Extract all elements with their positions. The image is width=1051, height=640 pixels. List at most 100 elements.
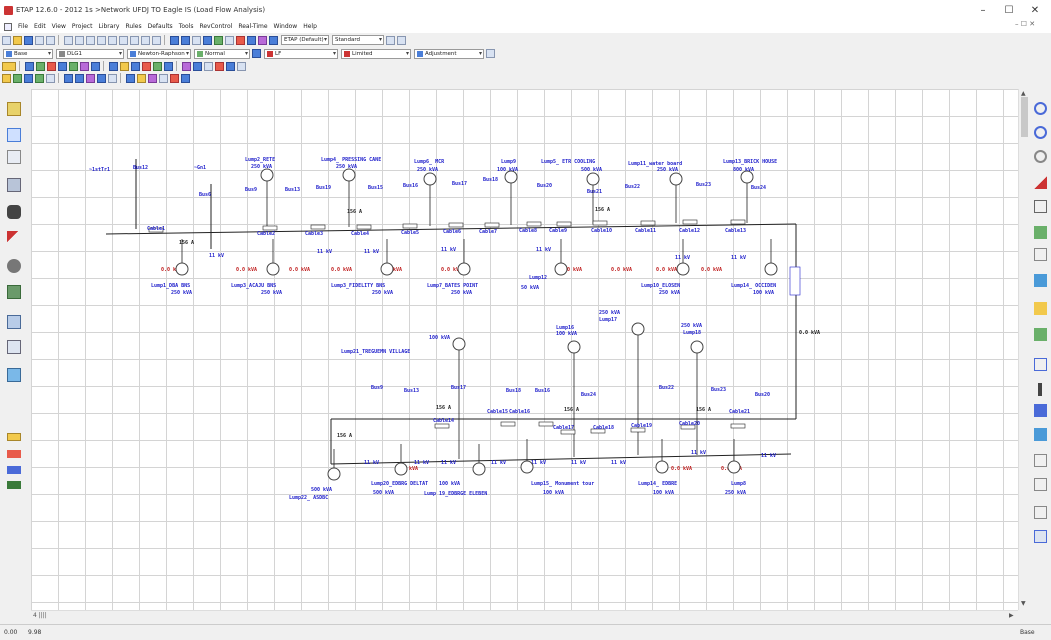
one-line-icon[interactable] — [7, 150, 21, 164]
lumped-load-icon[interactable] — [159, 73, 168, 83]
scroll-right-arrow[interactable]: ▶ — [1009, 612, 1014, 619]
fuse-icon[interactable] — [86, 73, 95, 83]
short-circuit-icon[interactable] — [36, 61, 45, 71]
mode-dropdown[interactable]: Standard — [332, 35, 384, 45]
reliability-icon[interactable] — [109, 61, 118, 71]
load-flow-icon[interactable] — [25, 61, 34, 71]
mdi-controls[interactable]: – ☐ ✕ — [1015, 20, 1035, 28]
lump-load[interactable]: Lump20_EDBRG DELTAT 500 kVA — [371, 444, 428, 496]
menu-window[interactable]: Window — [271, 23, 301, 30]
hyperlink-icon[interactable] — [225, 35, 234, 45]
open-icon[interactable] — [13, 35, 22, 45]
control-icon[interactable] — [7, 368, 21, 382]
scroll-down-arrow[interactable]: ▼ — [1021, 600, 1026, 607]
display-d-icon[interactable] — [7, 481, 21, 489]
cable[interactable] — [484, 222, 500, 228]
library-icon[interactable] — [258, 35, 267, 45]
control-system-icon[interactable] — [237, 61, 246, 71]
line-icon[interactable] — [35, 73, 44, 83]
gen-cat-icon[interactable] — [252, 49, 261, 58]
cable[interactable] — [262, 225, 278, 231]
menu-view[interactable]: View — [49, 23, 69, 30]
cable-pulling-icon[interactable] — [215, 61, 224, 71]
lump-load[interactable]: Lump6_ MCR 250 kVA — [414, 159, 445, 226]
zoom-fit-icon[interactable] — [130, 35, 139, 45]
star-view-icon[interactable] — [182, 61, 191, 71]
config-dropdown[interactable]: LF — [264, 48, 338, 59]
menu-edit[interactable]: Edit — [31, 23, 49, 30]
menu-rules[interactable]: Rules — [122, 23, 144, 30]
scroll-up-arrow[interactable]: ▲ — [1021, 90, 1026, 97]
relay-tool-icon[interactable] — [1034, 454, 1047, 467]
lump-load[interactable]: Lump16100 kVA — [556, 325, 581, 457]
one-line-diagram-canvas[interactable]: Lump2_RETE 250 kVA Lump4_ PRESSING CANE 25… — [31, 89, 1018, 610]
unbalanced-flow-icon[interactable] — [131, 61, 140, 71]
cable[interactable] — [448, 222, 464, 228]
cable-sizing-icon[interactable] — [153, 61, 162, 71]
cable[interactable] — [640, 220, 656, 226]
cable[interactable] — [592, 220, 608, 226]
menu-tools[interactable]: Tools — [176, 23, 197, 30]
optimal-power-icon[interactable] — [120, 61, 129, 71]
motor-icon[interactable] — [126, 73, 135, 83]
dc-load-flow-icon[interactable] — [91, 61, 100, 71]
protective-device-icon[interactable] — [80, 61, 89, 71]
motor-tool-icon[interactable] — [1034, 302, 1047, 315]
motor-start-icon[interactable] — [47, 61, 56, 71]
display-c-icon[interactable] — [7, 466, 21, 474]
ground-grid-tool-icon[interactable] — [7, 205, 21, 219]
composite-network-icon[interactable] — [1034, 530, 1047, 543]
lump-load[interactable]: Lump21_TREGUEMN VILLAGE 100 kVA — [341, 335, 466, 459]
cable[interactable] — [500, 421, 516, 427]
relay-icon[interactable] — [97, 73, 106, 83]
breaker-tool-icon[interactable] — [1034, 404, 1047, 417]
cable[interactable] — [310, 224, 326, 230]
panel-system-icon[interactable] — [7, 315, 21, 329]
loading-dropdown[interactable]: Normal — [194, 48, 250, 59]
lump-load[interactable]: Lump4_ PRESSING CANE250 kVA — [321, 157, 381, 227]
find-icon[interactable] — [236, 35, 245, 45]
adjust-dropdown[interactable]: Adjustment — [414, 48, 484, 59]
generator-tool-icon[interactable] — [1034, 328, 1047, 341]
cable[interactable] — [526, 221, 542, 227]
gis-icon[interactable] — [204, 61, 213, 71]
method-dropdown[interactable]: Newton-Raphson — [127, 48, 191, 59]
lump-load[interactable]: Lump13_BRICK HOUSE 800 kVA — [723, 159, 777, 223]
dynamic-model-icon[interactable] — [7, 285, 21, 299]
impedance-icon[interactable] — [1034, 248, 1047, 261]
lump-load[interactable]: 100 kVA Lump 19_EDBRGE ELEBEN — [424, 444, 487, 497]
new-icon[interactable] — [2, 35, 11, 45]
cable-pulling-tool-icon[interactable] — [7, 259, 21, 273]
redo-icon[interactable] — [152, 35, 161, 45]
cable[interactable] — [556, 221, 572, 227]
undo-icon[interactable] — [141, 35, 150, 45]
cable[interactable] — [538, 421, 554, 427]
flip-icon[interactable] — [397, 35, 406, 45]
meter-tool-icon[interactable] — [1034, 478, 1047, 491]
lump-load[interactable]: Lump14_ OCCIDEN100 kVA — [731, 239, 778, 296]
menu-realtime[interactable]: Real-Time — [235, 23, 270, 30]
zoom-out-icon[interactable] — [119, 35, 128, 45]
cable[interactable] — [730, 423, 746, 429]
transformer-3w-icon[interactable] — [1034, 176, 1047, 189]
display-a-icon[interactable] — [7, 433, 21, 441]
node-icon[interactable] — [1034, 126, 1047, 139]
menu-file[interactable]: File — [15, 23, 31, 30]
power-grid-icon[interactable] — [170, 73, 179, 83]
edit-pointer-icon[interactable] — [7, 102, 21, 116]
transmission-line-icon[interactable] — [1034, 226, 1047, 239]
cable[interactable] — [434, 423, 450, 429]
vertical-scroll-thumb[interactable] — [1021, 97, 1028, 137]
lump-load[interactable]: Lump2_RETE250 kVA — [245, 157, 275, 229]
capacitor-icon[interactable] — [148, 73, 157, 83]
breaker-icon[interactable] — [64, 73, 73, 83]
cable[interactable] — [356, 224, 372, 230]
get-template-icon[interactable] — [192, 35, 201, 45]
switch-tool-icon[interactable] — [1034, 428, 1047, 441]
check-continuity-icon[interactable] — [181, 35, 190, 45]
cut-icon[interactable] — [64, 35, 73, 45]
close-button[interactable]: ✕ — [1022, 0, 1048, 20]
level-dropdown[interactable]: Limited — [341, 48, 411, 59]
case-dropdown[interactable]: DLG1 — [56, 48, 124, 59]
lump-load[interactable]: 250 kVALump17 — [599, 310, 645, 455]
